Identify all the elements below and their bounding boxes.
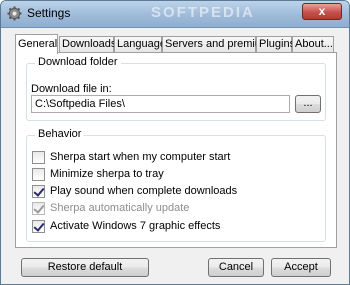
tab-servers-and-premium[interactable]: Servers and premium (162, 36, 270, 53)
start-with-computer-label: Sherpa start when my computer start (50, 151, 231, 163)
minimize-to-tray-label: Minimize sherpa to tray (50, 168, 164, 180)
windows7-effects-label: Activate Windows 7 graphic effects (50, 220, 221, 232)
download-path-input[interactable]: C:\Softpedia Files\ (31, 95, 290, 113)
behavior-options-list: Sherpa start when my computer start Mini… (32, 150, 322, 240)
cancel-label: Cancel (218, 261, 254, 273)
close-button[interactable]: x (302, 3, 342, 20)
start-with-computer-checkbox[interactable] (32, 151, 45, 164)
watermark-text: SOFTPEDIA (151, 4, 255, 21)
behavior-group: Behavior Sherpa start when my computer s… (26, 128, 326, 242)
download-folder-group: Download folder Download file in: C:\Sof… (26, 56, 326, 121)
window-title: Settings (27, 6, 71, 20)
title-bar[interactable]: Settings SOFTPEDIA x (1, 1, 349, 28)
download-folder-heading: Download folder (35, 56, 121, 68)
tab-strip: General Downloads Language Servers and p… (15, 34, 335, 54)
restore-default-label: Restore default (47, 261, 123, 273)
gear-icon (7, 6, 22, 21)
browse-label: ... (303, 97, 313, 109)
cancel-button[interactable]: Cancel (208, 258, 264, 277)
behavior-heading: Behavior (35, 128, 85, 140)
tab-about[interactable]: About... (292, 36, 334, 53)
tab-plugins[interactable]: Plugins (256, 36, 295, 53)
windows7-effects-checkbox[interactable] (32, 220, 45, 233)
tab-downloads[interactable]: Downloads (59, 36, 116, 53)
close-icon: x (318, 4, 326, 18)
accept-label: Accept (284, 261, 318, 273)
minimize-to-tray-checkbox[interactable] (32, 168, 45, 181)
tab-general[interactable]: General (15, 34, 58, 54)
download-file-label: Download file in: (31, 83, 112, 95)
play-sound-label: Play sound when complete downloads (50, 185, 238, 197)
browse-button[interactable]: ... (295, 95, 321, 113)
restore-default-button[interactable]: Restore default (21, 258, 149, 277)
tab-language[interactable]: Language (114, 36, 166, 53)
auto-update-label: Sherpa automatically update (50, 202, 190, 214)
play-sound-checkbox[interactable] (32, 185, 45, 198)
accept-button[interactable]: Accept (271, 258, 331, 277)
general-tab-panel: Download folder Download file in: C:\Sof… (15, 52, 337, 248)
auto-update-checkbox (32, 202, 45, 215)
settings-window: Settings SOFTPEDIA x General Downloads L… (0, 0, 350, 285)
